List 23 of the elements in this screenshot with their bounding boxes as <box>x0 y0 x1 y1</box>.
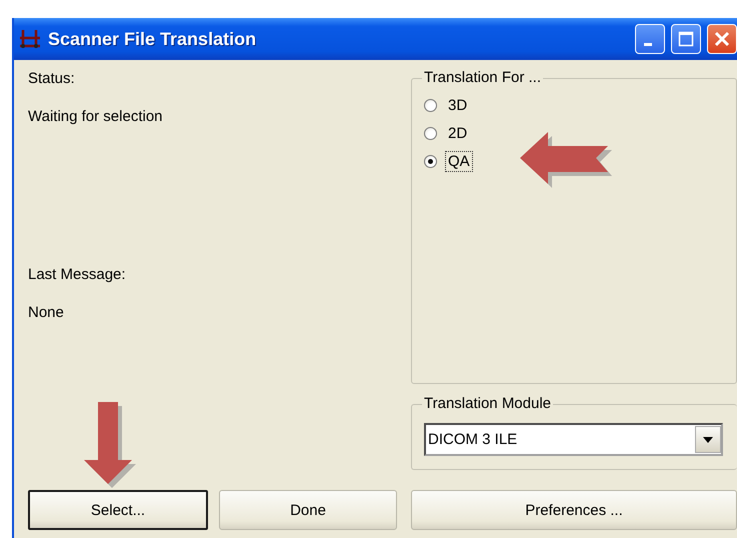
close-icon <box>714 31 730 47</box>
window-title: Scanner File Translation <box>48 28 258 50</box>
minimize-button[interactable] <box>635 24 665 54</box>
message-text: None <box>28 304 65 322</box>
maximize-icon <box>678 31 694 47</box>
status-text: Waiting for selection <box>28 108 164 126</box>
close-button[interactable] <box>707 24 737 54</box>
radio-label[interactable]: 2D <box>445 122 470 144</box>
module-dropdown[interactable]: DICOM 3 ILE <box>424 423 723 456</box>
app-icon <box>18 28 42 50</box>
dialog-button[interactable]: Preferences ... <box>411 490 737 530</box>
radio-label[interactable]: 3D <box>445 94 470 116</box>
radio-button[interactable] <box>424 98 437 112</box>
message-label: Last Message: <box>28 266 127 284</box>
caret-icon <box>703 436 713 442</box>
minimize-icon <box>644 42 652 46</box>
radio-button[interactable] <box>424 154 437 168</box>
maximize-button[interactable] <box>671 24 701 54</box>
radio-button[interactable] <box>424 126 437 140</box>
dialog-button[interactable]: Select... <box>28 490 208 530</box>
radio-label[interactable]: QA <box>445 150 473 172</box>
status-label: Status: <box>28 70 76 88</box>
dialog-button[interactable]: Done <box>219 490 397 530</box>
